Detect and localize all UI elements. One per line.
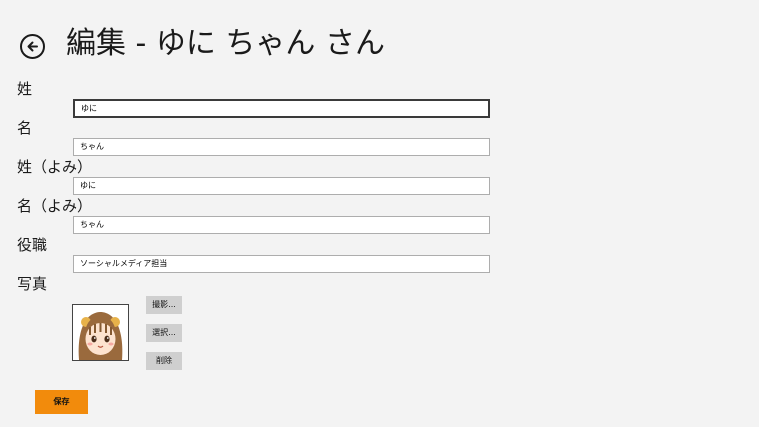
first-name-kana-field[interactable] [73,216,490,234]
character-avatar-image [73,305,128,360]
select-photo-button[interactable]: 選択... [146,324,182,342]
capture-photo-button[interactable]: 撮影... [146,296,182,314]
avatar [72,304,129,361]
last-name-kana-label: 姓（よみ） [17,158,93,176]
last-name-kana-field[interactable] [73,177,490,195]
delete-photo-button[interactable]: 削除 [146,352,182,370]
page-title: 編集 - ゆに ちゃん さん [66,26,385,61]
job-title-label: 役職 [17,236,48,254]
back-arrow-icon [27,41,38,52]
first-name-label: 名 [17,119,33,137]
last-name-field[interactable] [73,99,490,118]
first-name-kana-label: 名（よみ） [17,197,93,215]
back-button[interactable] [20,34,45,59]
first-name-field[interactable] [73,138,490,156]
job-title-field[interactable] [73,255,490,273]
save-button[interactable]: 保存 [35,390,88,414]
photo-label: 写真 [17,275,48,293]
last-name-label: 姓 [17,80,33,98]
